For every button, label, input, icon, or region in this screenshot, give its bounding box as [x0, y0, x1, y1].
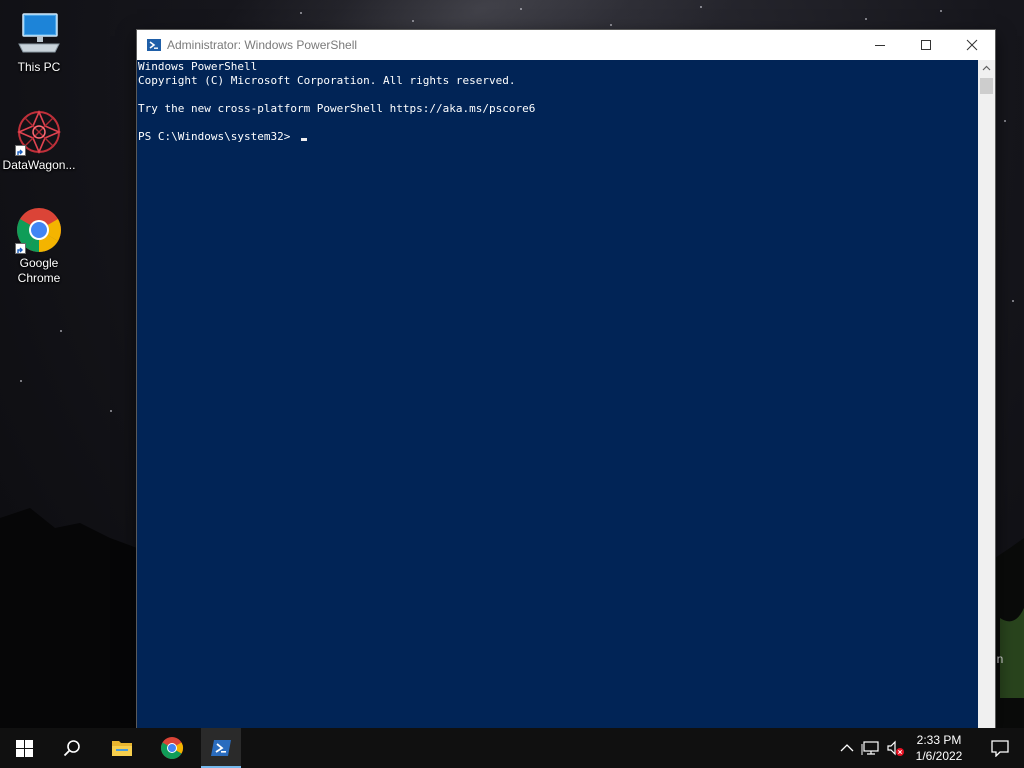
datawagon-icon	[15, 108, 63, 156]
taskbar-clock[interactable]: 2:33 PM 1/6/2022	[904, 732, 974, 764]
file-explorer-icon	[112, 741, 132, 756]
console-line: Windows PowerShell	[138, 60, 258, 73]
maximize-icon	[921, 40, 931, 50]
desktop-icon-label: Google	[19, 256, 59, 270]
window-title: Administrator: Windows PowerShell	[167, 38, 358, 52]
desktop-icon-this-pc[interactable]: This PC	[1, 10, 77, 75]
start-button[interactable]	[0, 728, 48, 768]
desktop-icon-label: Chrome	[17, 271, 61, 285]
clock-time: 2:33 PM	[916, 733, 962, 747]
powershell-window[interactable]: Administrator: Windows PowerShell Window…	[137, 30, 995, 728]
minimize-icon	[875, 45, 885, 46]
powershell-icon	[211, 740, 231, 756]
vertical-scrollbar[interactable]	[978, 60, 995, 728]
action-center-button[interactable]	[978, 728, 1024, 768]
network-icon	[861, 741, 879, 755]
network-tray-button[interactable]	[861, 738, 881, 758]
desktop-icon-datawagon[interactable]: DataWagon...	[1, 108, 77, 173]
activation-watermark-fragment: in	[994, 652, 1004, 666]
taskbar: 2:33 PM 1/6/2022	[0, 728, 1024, 768]
console-line: Copyright (C) Microsoft Corporation. All…	[138, 74, 516, 87]
scroll-up-button[interactable]	[978, 60, 995, 77]
minimize-button[interactable]	[857, 30, 903, 60]
title-bar[interactable]: Administrator: Windows PowerShell	[137, 30, 995, 60]
text-cursor	[300, 138, 307, 141]
desktop-icon-label: DataWagon...	[2, 158, 76, 172]
scrollbar-thumb[interactable]	[980, 78, 993, 94]
notification-icon	[991, 740, 1009, 757]
taskbar-file-explorer[interactable]	[98, 728, 146, 768]
desktop-icon-label: This PC	[17, 60, 61, 74]
chrome-icon	[15, 206, 63, 254]
chrome-icon	[161, 737, 183, 759]
clock-date: 1/6/2022	[915, 749, 963, 763]
search-button[interactable]	[48, 728, 96, 768]
prompt-line[interactable]: PS C:\Windows\system32>	[138, 130, 978, 144]
close-icon	[966, 39, 978, 51]
desktop-icon-google-chrome[interactable]: Google Chrome	[1, 206, 77, 286]
volume-tray-button[interactable]	[885, 738, 905, 758]
show-hidden-icons-button[interactable]	[837, 738, 857, 758]
chevron-up-icon	[840, 744, 854, 752]
shortcut-arrow-icon	[15, 243, 26, 254]
search-icon	[63, 740, 80, 757]
close-button[interactable]	[949, 30, 995, 60]
taskbar-powershell[interactable]	[201, 728, 241, 768]
console-output[interactable]: Windows PowerShell Copyright (C) Microsof…	[137, 60, 978, 728]
shortcut-arrow-icon	[15, 145, 26, 156]
computer-icon	[15, 10, 63, 58]
start-icon	[16, 740, 33, 757]
chevron-up-icon	[982, 65, 991, 71]
taskbar-chrome[interactable]	[148, 728, 196, 768]
powershell-icon	[146, 37, 162, 53]
maximize-button[interactable]	[903, 30, 949, 60]
console-line: Try the new cross-platform PowerShell ht…	[138, 102, 536, 115]
volume-muted-icon	[887, 740, 904, 756]
console-prompt: PS C:\Windows\system32>	[138, 130, 297, 143]
